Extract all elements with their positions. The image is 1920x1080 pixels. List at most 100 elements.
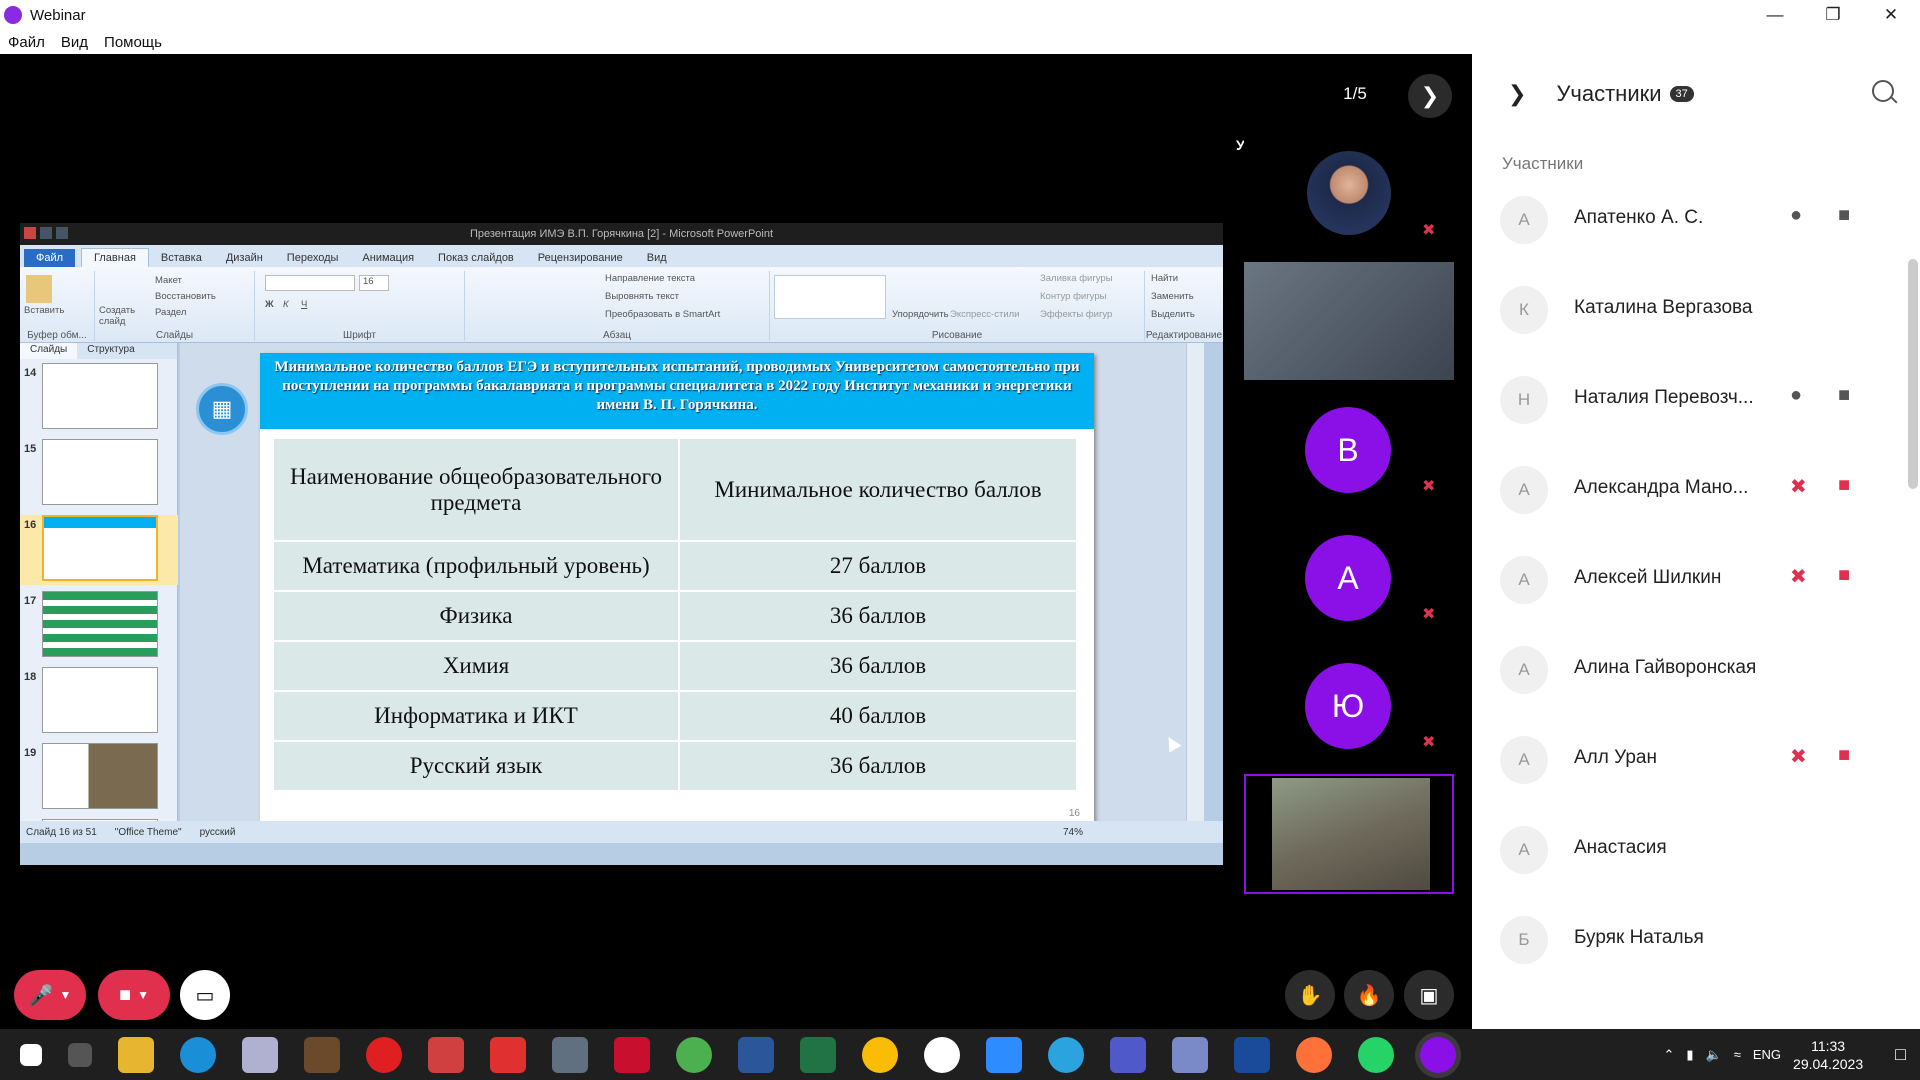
paste-button[interactable]: Вставить [24, 305, 64, 316]
slide-thumb-selected[interactable]: 16 [20, 515, 178, 585]
replace-button[interactable]: Заменить [1151, 291, 1194, 302]
smartart-button[interactable]: Преобразовать в SmartArt [605, 309, 720, 320]
tab-outline[interactable]: Структура [77, 343, 144, 359]
menu-file[interactable]: Файл [8, 34, 45, 51]
close-button[interactable]: ✕ [1862, 0, 1920, 30]
participant-row[interactable]: Б Буряк Наталья [1472, 894, 1902, 984]
slide-thumb[interactable]: 15 [20, 439, 178, 509]
bold-button[interactable]: Ж [265, 299, 274, 310]
new-slide-button[interactable]: Создать слайд [99, 305, 139, 327]
utorrent-icon[interactable] [676, 1036, 712, 1073]
layout-button[interactable]: ▣ [1404, 970, 1454, 1020]
participant-tile[interactable]: ✖ [1244, 134, 1454, 252]
pdf-icon[interactable] [428, 1036, 464, 1073]
chevron-up-icon[interactable]: ⌃ [1663, 1047, 1674, 1063]
shape-fill-button[interactable]: Заливка фигуры [1040, 273, 1113, 284]
paint-icon[interactable] [242, 1036, 278, 1073]
panel-scrollbar[interactable] [1906, 154, 1920, 1024]
mic-toggle-button[interactable]: 🎤️ ▼ [14, 970, 86, 1020]
checkmark-app-icon[interactable] [1234, 1036, 1270, 1073]
participant-row[interactable]: А Алина Гайворонская [1472, 624, 1902, 714]
menu-help[interactable]: Помощь [104, 34, 162, 51]
slide-scrollbar[interactable] [1186, 343, 1204, 843]
excel-icon[interactable] [800, 1036, 836, 1073]
scrollbar-thumb[interactable] [1908, 259, 1918, 489]
select-button[interactable]: Выделить [1151, 309, 1195, 320]
notifications-icon[interactable]: □ [1895, 1044, 1906, 1065]
restore-slide-button[interactable]: Восстановить [155, 291, 216, 302]
volume-icon[interactable]: 🔈 [1706, 1047, 1722, 1063]
image-viewer-icon[interactable] [304, 1036, 340, 1073]
minimize-button[interactable]: — [1746, 0, 1804, 30]
participant-row[interactable]: А Алл Уран ✖ ■ [1472, 714, 1902, 804]
ribbon-tab-slideshow[interactable]: Показ слайдов [426, 249, 526, 267]
participant-row[interactable]: А Анастасия [1472, 804, 1902, 894]
slide-thumb[interactable]: 18 [20, 667, 178, 737]
calculator-icon[interactable] [552, 1036, 588, 1073]
save-icon[interactable] [40, 227, 52, 239]
find-button[interactable]: Найти [1151, 273, 1178, 284]
quick-styles-button[interactable]: Экспресс-стили [950, 309, 1019, 320]
telegram-icon[interactable] [1048, 1036, 1084, 1073]
participant-row[interactable]: А Апатенко А. С. ● ■ [1472, 174, 1902, 264]
shape-effects-button[interactable]: Эффекты фигур [1040, 309, 1112, 320]
next-page-button[interactable]: ❯ [1408, 74, 1452, 118]
ribbon-tab-transitions[interactable]: Переходы [275, 249, 351, 267]
ribbon-tab-design[interactable]: Дизайн [214, 249, 275, 267]
app-icon[interactable] [1172, 1036, 1208, 1073]
ribbon-tab-home[interactable]: Главная [81, 248, 149, 267]
word-icon[interactable] [738, 1036, 774, 1073]
task-view-icon[interactable] [68, 1042, 92, 1067]
ribbon-tab-insert[interactable]: Вставка [149, 249, 214, 267]
paste-icon[interactable] [26, 275, 52, 303]
windows-start-icon[interactable] [20, 1043, 42, 1066]
whatsapp-icon[interactable] [1358, 1036, 1394, 1073]
font-size-select[interactable]: 16 [359, 275, 389, 291]
restore-button[interactable]: ❐ [1804, 0, 1862, 30]
menu-view[interactable]: Вид [61, 34, 88, 51]
camera-toggle-button[interactable]: ■ ▼ [98, 970, 170, 1020]
file-explorer-icon[interactable] [118, 1036, 154, 1073]
teams-icon[interactable] [1110, 1036, 1146, 1073]
text-direction-button[interactable]: Направление текста [605, 273, 695, 284]
participant-row[interactable]: Н Наталия Перевозч... ● ■ [1472, 354, 1902, 444]
opera-icon[interactable] [366, 1036, 402, 1073]
search-icon[interactable] [1872, 80, 1894, 102]
arrange-button[interactable]: Упорядочить [892, 309, 949, 320]
slide-thumb[interactable]: 19 [20, 743, 178, 813]
language-indicator[interactable]: ENG [1753, 1047, 1781, 1062]
section-button[interactable]: Раздел [155, 307, 186, 318]
raise-hand-button[interactable]: ✋ [1285, 970, 1335, 1020]
participant-video-tile[interactable] [1244, 262, 1454, 380]
yandex-browser-icon[interactable] [924, 1036, 960, 1073]
collapse-panel-button[interactable]: ❯ [1508, 81, 1526, 107]
slide-thumb[interactable]: 17 [20, 591, 178, 661]
underline-button[interactable]: Ч [301, 299, 307, 310]
shape-outline-button[interactable]: Контур фигуры [1040, 291, 1106, 302]
layout-button[interactable]: Макет [155, 275, 182, 286]
font-name-select[interactable] [265, 275, 355, 291]
shapes-gallery[interactable] [774, 275, 886, 319]
ribbon-tab-file[interactable]: Файл [24, 249, 76, 267]
tab-slides[interactable]: Слайды [20, 343, 78, 359]
chrome-icon[interactable] [862, 1036, 898, 1073]
screen-share-button[interactable]: ▭ [180, 970, 230, 1020]
ribbon-tab-review[interactable]: Рецензирование [526, 249, 635, 267]
webinar-app-icon[interactable] [1420, 1036, 1456, 1073]
battery-icon[interactable]: ▮ [1686, 1047, 1693, 1063]
participant-tile[interactable]: А ✖ [1244, 518, 1454, 636]
slide-thumb[interactable]: 14 [20, 363, 178, 433]
participant-row[interactable]: А Алексей Шилкин ✖ ■ [1472, 534, 1902, 624]
reactions-button[interactable]: 🔥 [1344, 970, 1394, 1020]
participant-tile[interactable]: В ✖ [1244, 390, 1454, 508]
participant-row[interactable]: К Каталина Вергазова [1472, 264, 1902, 354]
slide-editor[interactable]: ▦ Минимальное количество баллов ЕГЭ и вс… [180, 343, 1204, 843]
yandex-icon[interactable] [490, 1036, 526, 1073]
firefox-icon[interactable] [1296, 1036, 1332, 1073]
zoom-level[interactable]: 74% [1063, 827, 1083, 838]
participant-tile[interactable]: Ю ✖ [1244, 646, 1454, 764]
self-video-tile[interactable] [1244, 774, 1454, 894]
download-manager-icon[interactable] [614, 1036, 650, 1073]
align-text-button[interactable]: Выровнять текст [605, 291, 679, 302]
participant-row[interactable]: А Александра Мано... ✖ ■ [1472, 444, 1902, 534]
